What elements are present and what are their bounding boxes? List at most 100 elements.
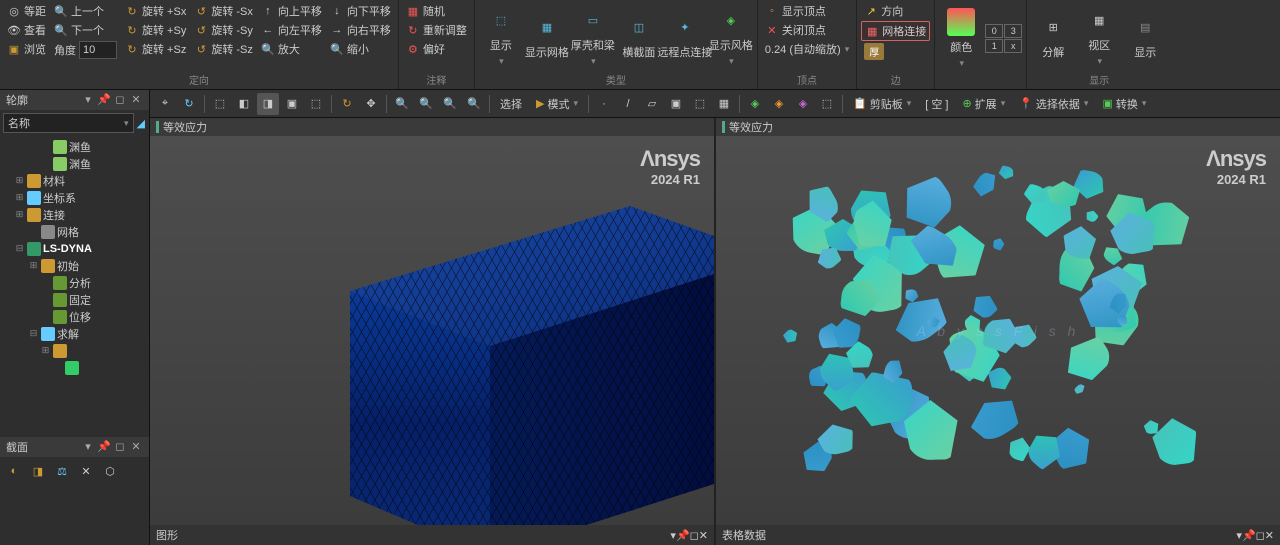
tree-item[interactable]: ⊟求解 [0, 325, 149, 342]
tool-body[interactable]: ▣ [665, 93, 687, 115]
tool-wire[interactable]: ⬚ [209, 93, 231, 115]
cross-section-button[interactable]: ◫横截面 [617, 2, 661, 71]
section-tool-3[interactable]: ⚖ [52, 461, 72, 481]
tool-c[interactable]: ◈ [792, 93, 814, 115]
close-button[interactable]: ✕ [1265, 529, 1274, 542]
next-view-button[interactable]: 🔍下一个 [51, 21, 120, 39]
num-0-button[interactable]: 0 [985, 24, 1003, 38]
tree-item[interactable]: 固定 [0, 291, 149, 308]
select-button[interactable]: 选择 [494, 93, 528, 115]
zoom-out-button[interactable]: 🔍缩小 [327, 40, 394, 58]
iso-view-button[interactable]: ◎等距 [4, 2, 49, 20]
tool-triad[interactable]: ⌖ [154, 93, 176, 115]
tool-elem[interactable]: ▦ [713, 93, 735, 115]
pan-left-button[interactable]: ←向左平移 [258, 21, 325, 39]
zoom-in-button[interactable]: 🔍放大 [258, 40, 325, 58]
maximize-button[interactable]: ◻ [113, 93, 127, 107]
viewport-button[interactable]: ▦视区▾ [1077, 2, 1121, 71]
tree-item[interactable]: ⊞材料 [0, 172, 149, 189]
section-tool-1[interactable]: ◐ [4, 461, 24, 481]
close-button[interactable]: ✕ [129, 93, 143, 107]
transform-button[interactable]: ▣转换▾ [1096, 93, 1152, 115]
tool-b[interactable]: ◈ [768, 93, 790, 115]
filter-button[interactable]: ◢ [137, 117, 145, 130]
maximize-button[interactable]: ◻ [113, 440, 127, 454]
clipboard-button[interactable]: 📋剪贴板▾ [847, 93, 917, 115]
tool-edge[interactable]: / [617, 93, 639, 115]
select-by-button[interactable]: 📍选择依据▾ [1013, 93, 1094, 115]
expand-icon[interactable]: ⊞ [14, 175, 25, 186]
tree-item[interactable]: ⊞初始 [0, 257, 149, 274]
maximize-button[interactable]: ◻ [690, 529, 699, 542]
tree-item[interactable] [0, 359, 149, 376]
tool-a[interactable]: ◈ [744, 93, 766, 115]
tree-item[interactable]: ⊞坐标系 [0, 189, 149, 206]
viewport-right[interactable]: Λnsys2024 R1 A b y s s F i s h [716, 136, 1280, 525]
expand-icon[interactable]: ⊟ [28, 328, 39, 339]
close-button[interactable]: ✕ [129, 440, 143, 454]
pin-button[interactable]: 📌 [676, 529, 690, 542]
expand-icon[interactable]: ⊞ [40, 345, 51, 356]
tool-shade3[interactable]: ▣ [281, 93, 303, 115]
tool-zoom[interactable]: 🔍 [391, 93, 413, 115]
display-button[interactable]: ⬚显示▾ [479, 2, 523, 71]
pref-button[interactable]: ⚙偏好 [403, 40, 470, 58]
tool-pt[interactable]: · [593, 93, 615, 115]
random-button[interactable]: ▦随机 [403, 2, 470, 20]
show-mesh-button[interactable]: ▦显示网格 [525, 2, 569, 71]
tool-d[interactable]: ⬚ [816, 93, 838, 115]
remote-conn-button[interactable]: ✦远程点连接 [663, 2, 707, 71]
tool-refresh[interactable]: ↻ [178, 93, 200, 115]
expand-icon[interactable]: ⊞ [14, 192, 25, 203]
tree-item[interactable]: ⊟LS-DYNA [0, 240, 149, 257]
tree-item[interactable]: 渊鱼 [0, 138, 149, 155]
browse-button[interactable]: ▣浏览 [4, 40, 49, 58]
name-filter-combo[interactable]: 名称▾ [3, 113, 134, 133]
pan-down-button[interactable]: ↓向下平移 [327, 2, 394, 20]
mode-button[interactable]: ▶模式▾ [530, 93, 584, 115]
close-button[interactable]: ✕ [699, 529, 708, 542]
color-button[interactable]: 颜色▾ [939, 2, 983, 75]
expand-icon[interactable]: ⊟ [14, 243, 25, 254]
tool-shade2[interactable]: ◨ [257, 93, 279, 115]
expand-icon[interactable]: ⊞ [28, 260, 39, 271]
rot-plus-sx-button[interactable]: ↻旋转 +Sx [122, 2, 189, 20]
tool-node[interactable]: ⬚ [689, 93, 711, 115]
section-tool-2[interactable]: ◨ [28, 461, 48, 481]
direction-button[interactable]: ↗方向 [861, 2, 930, 20]
section-tool-4[interactable]: ✕ [76, 461, 96, 481]
angle-input[interactable] [79, 41, 117, 59]
rot-minus-sx-button[interactable]: ↺旋转 -Sx [191, 2, 256, 20]
tree-item[interactable]: ⊞ [0, 342, 149, 359]
tree-item[interactable]: ⊞连接 [0, 206, 149, 223]
rot-plus-sy-button[interactable]: ↻旋转 +Sy [122, 21, 189, 39]
pin-icon[interactable]: ▾ [81, 93, 95, 107]
display-style-button[interactable]: ◈显示风格▾ [709, 2, 753, 71]
pan-up-button[interactable]: ↑向上平移 [258, 2, 325, 20]
maximize-button[interactable]: ◻ [1256, 529, 1265, 542]
mesh-connect-button[interactable]: ▦网格连接 [861, 21, 930, 41]
rot-minus-sy-button[interactable]: ↺旋转 -Sy [191, 21, 256, 39]
thick-shell-button[interactable]: ▭厚壳和梁▾ [571, 2, 615, 71]
num-x-button[interactable]: x [1004, 39, 1022, 53]
viewport-left[interactable]: Λnsys2024 R1 [150, 136, 714, 525]
tree-item[interactable]: 分析 [0, 274, 149, 291]
pin-button[interactable]: 📌 [97, 440, 111, 454]
pin-icon[interactable]: ▾ [81, 440, 95, 454]
num-3-button[interactable]: 3 [1004, 24, 1022, 38]
pin-button[interactable]: 📌 [97, 93, 111, 107]
tool-face[interactable]: ▱ [641, 93, 663, 115]
tree-item[interactable]: 位移 [0, 308, 149, 325]
tool-rotate[interactable]: ↻ [336, 93, 358, 115]
explode-button[interactable]: ⊞分解 [1031, 2, 1075, 71]
tool-shade1[interactable]: ◧ [233, 93, 255, 115]
tool-zoomall[interactable]: 🔍 [463, 93, 485, 115]
prev-view-button[interactable]: 🔍上一个 [51, 2, 120, 20]
tool-zoomfit[interactable]: 🔍 [415, 93, 437, 115]
section-tool-5[interactable]: ⬡ [100, 461, 120, 481]
vertex-scale-combo[interactable]: 0.24 (自动缩放)▾ [762, 40, 852, 58]
display-toggle-button[interactable]: ▤显示 [1123, 2, 1167, 71]
look-at-button[interactable]: 👁查看 [4, 21, 49, 39]
tree-item[interactable]: 渊鱼 [0, 155, 149, 172]
expand-icon[interactable]: ⊞ [14, 209, 25, 220]
